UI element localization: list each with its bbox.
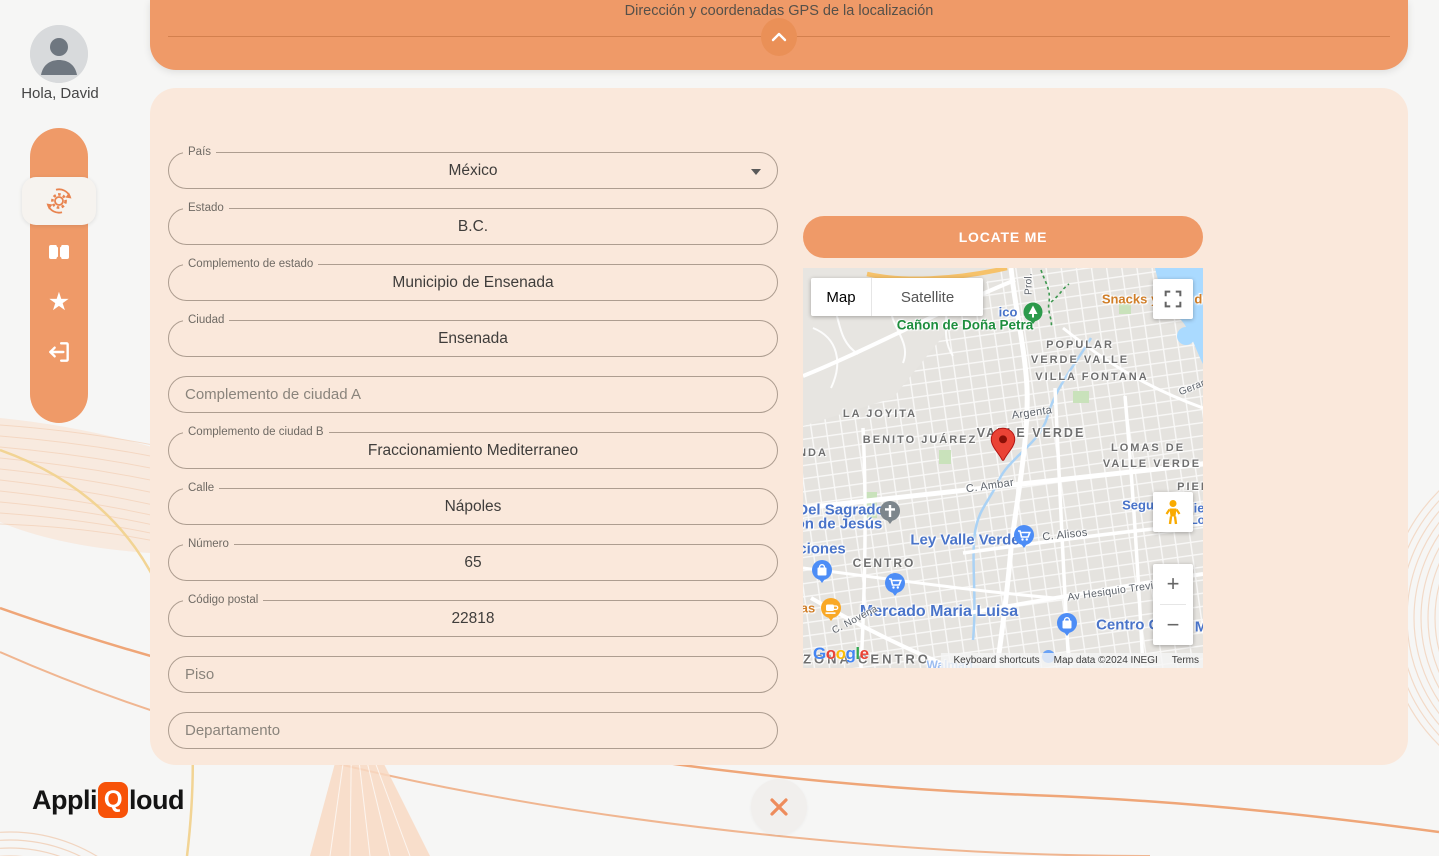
map-attribution: Keyboard shortcuts Map data ©2024 INEGI …	[941, 653, 1203, 668]
sidebar	[30, 128, 88, 423]
map-label: Cañon de Doña Petra	[897, 318, 1034, 333]
ticket-icon	[46, 240, 72, 264]
map-label: as	[803, 601, 815, 616]
map-label: Snacks y	[1102, 292, 1158, 307]
map-type-control: Map Satellite	[811, 278, 983, 316]
map-label: M	[1195, 619, 1203, 636]
state-field[interactable]: Estado B.C.	[168, 208, 778, 245]
map-label: Ley Valle Verde	[910, 532, 1019, 549]
field-value: Nápoles	[169, 489, 777, 524]
brand-logo: Appli Q loud	[32, 782, 184, 818]
floor-field[interactable]: Piso	[168, 656, 778, 693]
sidebar-item-favorites[interactable]: ★	[30, 281, 88, 323]
collapse-button[interactable]	[761, 18, 797, 56]
pegman-control[interactable]	[1153, 492, 1193, 532]
address-form-panel: País México Estado B.C. Complemento de e…	[150, 88, 1408, 765]
map-label: VILLA FONTANA	[1035, 371, 1148, 383]
map-label: POPULAR	[1046, 339, 1114, 351]
map-label: LA JOYITA	[843, 408, 917, 420]
map-label: ico	[999, 305, 1018, 320]
map-view-button[interactable]: Map	[811, 278, 871, 316]
field-placeholder: Departamento	[169, 713, 777, 748]
map-label: VALLE VERDE	[1103, 458, 1201, 470]
park-pin-icon[interactable]	[1022, 302, 1044, 330]
close-button[interactable]	[751, 779, 807, 835]
collapsible-section-header: Dirección y coordenadas GPS de la locali…	[150, 0, 1408, 70]
map-label: NDA	[803, 447, 828, 459]
locate-me-button[interactable]: LOCATE ME	[803, 216, 1203, 258]
map-label: CENTRO	[853, 556, 916, 570]
fullscreen-icon	[1162, 288, 1184, 310]
field-value: B.C.	[169, 209, 777, 244]
map-label: BENITO JUÁREZ	[863, 434, 977, 446]
person-icon	[30, 25, 88, 83]
country-select[interactable]: País México	[168, 152, 778, 189]
brand-q-mark: Q	[98, 782, 128, 818]
zoom-in-button[interactable]: +	[1153, 564, 1193, 604]
chevron-up-icon	[771, 32, 787, 42]
google-logo[interactable]: Google	[813, 644, 869, 664]
satellite-view-button[interactable]: Satellite	[871, 278, 983, 316]
fullscreen-button[interactable]	[1153, 279, 1193, 319]
store-pin-icon[interactable]	[1012, 524, 1036, 554]
field-value: 22818	[169, 601, 777, 636]
cafe-pin-icon[interactable]	[819, 597, 843, 627]
zoom-out-button[interactable]: −	[1153, 605, 1193, 645]
postal-code-field[interactable]: Código postal 22818	[168, 600, 778, 637]
map-label: Prol.	[1024, 273, 1035, 295]
field-value: Fraccionamiento Mediterraneo	[169, 433, 777, 468]
chevron-down-icon	[751, 169, 761, 175]
settings-sync-icon	[44, 186, 74, 216]
map-label: de	[1194, 292, 1203, 307]
map-label: VERDE VALLE	[1031, 354, 1129, 366]
map-label: Mercado Maria Luisa	[860, 603, 1018, 621]
map-data-text: Map data ©2024 INEGI	[1054, 655, 1158, 666]
sidebar-item-logout[interactable]	[30, 331, 88, 373]
city-field[interactable]: Ciudad Ensenada	[168, 320, 778, 357]
field-value: Municipio de Ensenada	[169, 265, 777, 300]
number-field[interactable]: Número 65	[168, 544, 778, 581]
sidebar-item-tickets[interactable]	[30, 231, 88, 273]
field-value: 65	[169, 545, 777, 580]
shopping-pin-icon[interactable]	[810, 559, 834, 589]
church-pin-icon[interactable]	[878, 500, 902, 530]
store-pin-icon[interactable]	[883, 572, 907, 602]
city-complement-a-field[interactable]: Complemento de ciudad A	[168, 376, 778, 413]
map-label: ón de Jesús	[803, 516, 882, 533]
apartment-field[interactable]: Departamento	[168, 712, 778, 749]
shopping-pin-icon[interactable]	[1055, 612, 1079, 642]
location-marker-icon[interactable]	[988, 427, 1018, 469]
brand-text: loud	[129, 785, 184, 816]
greeting-text: Hola, David	[0, 85, 120, 102]
star-icon: ★	[48, 290, 70, 315]
map-label: LOMAS DE	[1111, 442, 1185, 454]
map-label: ciones	[803, 541, 846, 558]
keyboard-shortcuts-link[interactable]: Keyboard shortcuts	[954, 655, 1040, 666]
sidebar-item-settings-sync[interactable]	[30, 180, 88, 222]
close-icon	[767, 795, 791, 819]
section-title: Dirección y coordenadas GPS de la locali…	[150, 3, 1408, 19]
pegman-icon	[1162, 499, 1184, 525]
avatar[interactable]	[30, 25, 88, 83]
logout-icon	[46, 339, 72, 365]
zoom-control: + −	[1153, 564, 1193, 645]
google-map[interactable]: POPULAR VERDE VALLE VILLA FONTANA Gerar …	[803, 268, 1203, 668]
brand-text: Appli	[32, 785, 97, 816]
field-placeholder: Piso	[169, 657, 777, 692]
terms-link[interactable]: Terms	[1172, 655, 1199, 666]
state-complement-field[interactable]: Complemento de estado Municipio de Ensen…	[168, 264, 778, 301]
field-value: México	[169, 153, 777, 188]
street-field[interactable]: Calle Nápoles	[168, 488, 778, 525]
field-value: Ensenada	[169, 321, 777, 356]
field-placeholder: Complemento de ciudad A	[169, 377, 777, 412]
city-complement-b-field[interactable]: Complemento de ciudad B Fraccionamiento …	[168, 432, 778, 469]
